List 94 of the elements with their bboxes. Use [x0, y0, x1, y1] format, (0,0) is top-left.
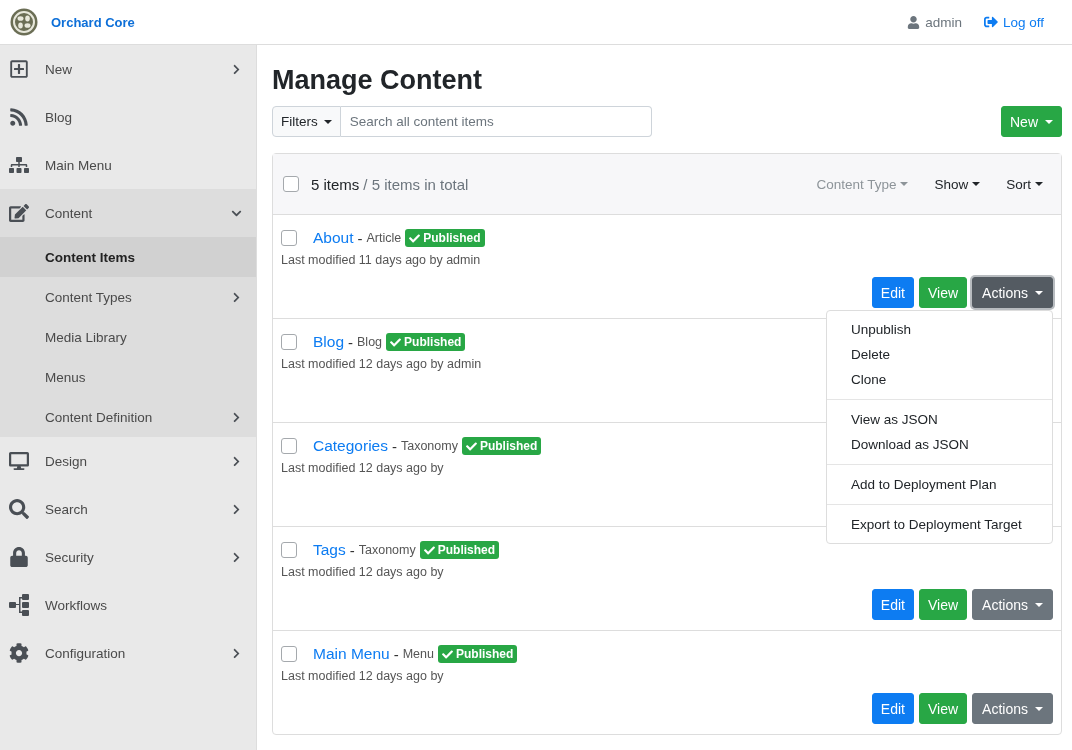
menu-item[interactable]: Download as JSON — [827, 432, 1052, 457]
content-type: Blog — [357, 335, 383, 349]
filter-dropdown[interactable]: Show — [934, 176, 981, 192]
sidebar-item[interactable]: Content — [0, 189, 256, 237]
caret-icon — [1035, 602, 1043, 607]
caret-icon — [1045, 119, 1053, 124]
sidebar-item[interactable]: New — [0, 45, 256, 93]
content-type: Taxonomy — [358, 543, 416, 557]
edit-button[interactable]: Edit — [871, 589, 914, 620]
sidebar-item[interactable]: Security — [0, 533, 256, 581]
modified-info: Last modified 12 days ago by — [281, 669, 445, 683]
separator: - — [348, 333, 354, 351]
status-badge: Published — [405, 229, 485, 247]
separator: - — [393, 645, 399, 663]
item-title-link[interactable]: Tags — [313, 541, 346, 559]
filter-dropdown[interactable]: Sort — [1006, 176, 1043, 192]
item-title-link[interactable]: Main Menu — [313, 645, 390, 663]
menu-item[interactable]: Unpublish — [827, 317, 1052, 342]
user-link[interactable]: admin — [907, 14, 962, 30]
status-badge: Published — [437, 645, 518, 663]
caret-icon — [323, 119, 332, 124]
sidebar-subitem[interactable]: Content Definition — [0, 397, 256, 437]
status-badge: Published — [419, 541, 500, 559]
sidebar-label: Content Definition — [45, 409, 153, 425]
sidebar-item[interactable]: Configuration — [0, 629, 256, 677]
item-count: 5 items — [311, 175, 360, 193]
logo-icon — [10, 8, 38, 36]
sidebar-label: Menus — [45, 369, 86, 385]
menu-item[interactable]: Add to Deployment Plan — [827, 472, 1052, 497]
caret-icon — [972, 182, 981, 186]
sidebar-label: Configuration — [45, 645, 126, 661]
actions-button[interactable]: Actions — [972, 693, 1053, 724]
content-type: Taxonomy — [400, 439, 458, 453]
separator: - — [357, 229, 363, 247]
sidebar-label: New — [45, 61, 72, 77]
item-title-link[interactable]: About — [313, 229, 354, 247]
actions-button[interactable]: Actions — [972, 589, 1053, 620]
separator: - — [391, 437, 397, 455]
sidebar-item[interactable]: Blog — [0, 93, 256, 141]
actions-button[interactable]: Actions — [972, 277, 1053, 308]
item-title-link[interactable]: Categories — [313, 437, 388, 455]
page-title: Manage Content — [272, 65, 483, 96]
filters-button[interactable]: Filters — [272, 106, 341, 137]
menu-item[interactable]: Export to Deployment Target — [827, 512, 1052, 537]
menu-item[interactable]: Clone — [827, 367, 1052, 392]
item-title-link[interactable]: Blog — [313, 333, 345, 351]
sidebar-subitem[interactable]: Content Types — [0, 277, 256, 317]
sidebar-subitem[interactable]: Menus — [0, 357, 256, 397]
row-checkbox[interactable] — [281, 646, 297, 662]
user-icon — [907, 15, 921, 29]
sidebar-label: Main Menu — [45, 157, 112, 173]
row-checkbox[interactable] — [281, 334, 297, 350]
caret-icon — [900, 182, 909, 186]
sidebar-label: Workflows — [45, 597, 107, 613]
sidebar-subitem[interactable]: Content Items — [0, 237, 256, 277]
sidebar-label: Security — [45, 549, 94, 565]
row-checkbox[interactable] — [281, 438, 297, 454]
brand-name[interactable]: Orchard Core — [51, 14, 135, 30]
sidebar-item[interactable]: Design — [0, 437, 256, 485]
sidebar-label: Design — [45, 453, 88, 469]
modified-info: Last modified 11 days ago by admin — [281, 253, 482, 267]
row-checkbox[interactable] — [281, 542, 297, 558]
caret-icon — [1035, 182, 1043, 186]
sidebar-label: Media Library — [45, 329, 127, 345]
sidebar-subitem[interactable]: Media Library — [0, 317, 256, 357]
sidebar-item[interactable]: Main Menu — [0, 141, 256, 189]
sidebar-label: Blog — [45, 109, 73, 125]
content-type: Article — [366, 231, 402, 245]
sidebar-item[interactable]: Workflows — [0, 581, 256, 629]
modified-info: Last modified 12 days ago by — [281, 565, 445, 579]
sign-out-icon — [983, 15, 998, 29]
sidebar-label: Content Items — [45, 249, 135, 265]
content-type: Menu — [402, 647, 434, 661]
sidebar-label: Content Types — [45, 289, 132, 305]
status-badge: Published — [461, 437, 542, 455]
modified-info: Last modified 12 days ago by — [281, 461, 445, 475]
workflow-icon — [8, 594, 30, 616]
menu-item[interactable]: Delete — [827, 342, 1052, 367]
menu-item[interactable]: View as JSON — [827, 407, 1052, 432]
row-checkbox[interactable] — [281, 230, 297, 246]
sidebar-item[interactable]: Search — [0, 485, 256, 533]
logout-link[interactable]: Log off — [983, 14, 1044, 30]
search-field[interactable]: Search all content items — [340, 106, 652, 137]
sidebar-label: Search — [45, 501, 88, 517]
separator: - — [349, 541, 355, 559]
item-total: / 5 items in total — [363, 175, 469, 193]
edit-button[interactable]: Edit — [871, 693, 914, 724]
edit-button[interactable]: Edit — [871, 277, 914, 308]
sidebar-label: Content — [45, 205, 93, 221]
caret-icon — [1035, 290, 1043, 295]
caret-icon — [1035, 706, 1043, 711]
modified-info: Last modified 12 days ago by admin — [281, 357, 483, 371]
select-all-checkbox[interactable] — [283, 176, 299, 192]
status-badge: Published — [386, 333, 466, 351]
